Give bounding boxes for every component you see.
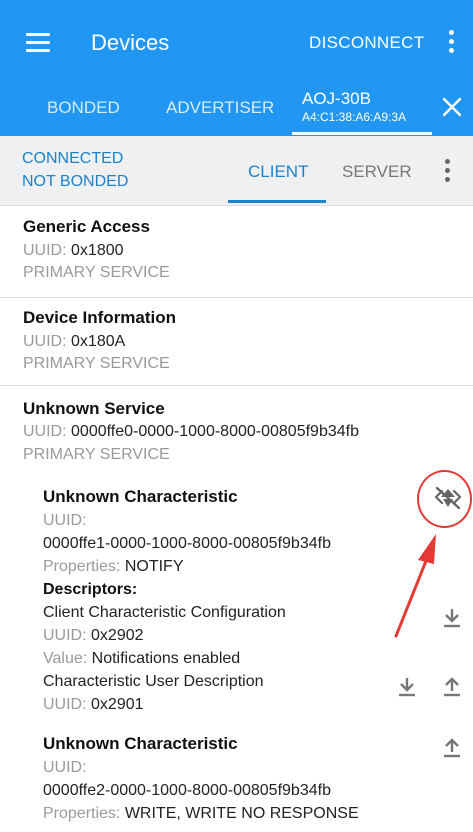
service-uuid: UUID: 0000ffe0-0000-1000-8000-00805f9b34… bbox=[23, 423, 359, 440]
service-name: Generic Access bbox=[23, 217, 150, 236]
device-name: AOJ-30B bbox=[302, 89, 371, 108]
characteristic-uuid-label: UUID: bbox=[43, 512, 87, 529]
upload-icon[interactable] bbox=[441, 675, 463, 699]
overflow-menu-icon[interactable] bbox=[445, 159, 451, 185]
descriptors-heading: Descriptors: bbox=[43, 581, 138, 598]
annotation-arrow bbox=[394, 534, 436, 638]
client-tab-indicator bbox=[228, 200, 326, 203]
close-icon[interactable] bbox=[441, 96, 463, 118]
service-type: PRIMARY SERVICE bbox=[23, 446, 170, 463]
device-address: A4:C1:38:A6:A9:3A bbox=[302, 110, 407, 124]
service-name: Device Information bbox=[23, 308, 177, 327]
tab-connected-device[interactable]: AOJ-30B A4:C1:38:A6:A9:3A bbox=[302, 89, 406, 124]
connection-status-bar: CONNECTED NOT BONDED CLIENT SERVER bbox=[0, 136, 473, 206]
app-bar: Devices DISCONNECT BONDED ADVERTISER AOJ… bbox=[0, 0, 473, 136]
tab-advertiser[interactable]: ADVERTISER bbox=[166, 98, 274, 118]
service-type: PRIMARY SERVICE bbox=[23, 355, 170, 372]
service-uuid: UUID: 0x1800 bbox=[23, 242, 124, 259]
overflow-menu-icon[interactable] bbox=[449, 30, 455, 56]
tab-indicator bbox=[292, 132, 432, 135]
characteristic-properties: Properties: NOTIFY bbox=[43, 558, 184, 575]
menu-icon[interactable] bbox=[26, 33, 50, 53]
annotation-circle bbox=[417, 470, 472, 528]
characteristic-name[interactable]: Unknown Characteristic bbox=[43, 487, 238, 507]
descriptor-name: Characteristic User Description bbox=[43, 673, 264, 690]
characteristic-uuid: 0000ffe1-0000-1000-8000-00805f9b34fb bbox=[43, 535, 331, 552]
service-name: Unknown Service bbox=[23, 399, 165, 418]
download-icon[interactable] bbox=[441, 606, 463, 630]
characteristic-uuid: 0000ffe2-0000-1000-8000-00805f9b34fb bbox=[43, 782, 331, 799]
bond-state: NOT BONDED bbox=[22, 173, 129, 190]
descriptor-uuid: UUID: 0x2901 bbox=[43, 696, 144, 713]
service-type: PRIMARY SERVICE bbox=[23, 264, 170, 281]
service-uuid: UUID: 0x180A bbox=[23, 333, 126, 350]
connection-state: CONNECTED bbox=[22, 150, 124, 167]
descriptor-name: Client Characteristic Configuration bbox=[43, 604, 286, 621]
upload-icon[interactable] bbox=[441, 736, 463, 760]
device-tabs: BONDED ADVERTISER AOJ-30B A4:C1:38:A6:A9… bbox=[0, 86, 473, 136]
disconnect-button[interactable]: DISCONNECT bbox=[309, 33, 424, 53]
characteristic-uuid-label: UUID: bbox=[43, 759, 87, 776]
download-icon[interactable] bbox=[396, 675, 418, 699]
tab-bonded[interactable]: BONDED bbox=[47, 98, 120, 118]
descriptor-uuid: UUID: 0x2902 bbox=[43, 627, 144, 644]
page-title: Devices bbox=[91, 30, 170, 55]
characteristic-properties: Properties: WRITE, WRITE NO RESPONSE bbox=[43, 805, 359, 822]
characteristic-name[interactable]: Unknown Characteristic bbox=[43, 734, 238, 754]
service-item[interactable]: Generic Access UUID: 0x1800 PRIMARY SERV… bbox=[0, 207, 473, 298]
descriptor-value: Value: Notifications enabled bbox=[43, 650, 241, 667]
tab-server[interactable]: SERVER bbox=[342, 162, 412, 182]
tab-client[interactable]: CLIENT bbox=[248, 162, 308, 182]
service-item[interactable]: Device Information UUID: 0x180A PRIMARY … bbox=[0, 298, 473, 386]
